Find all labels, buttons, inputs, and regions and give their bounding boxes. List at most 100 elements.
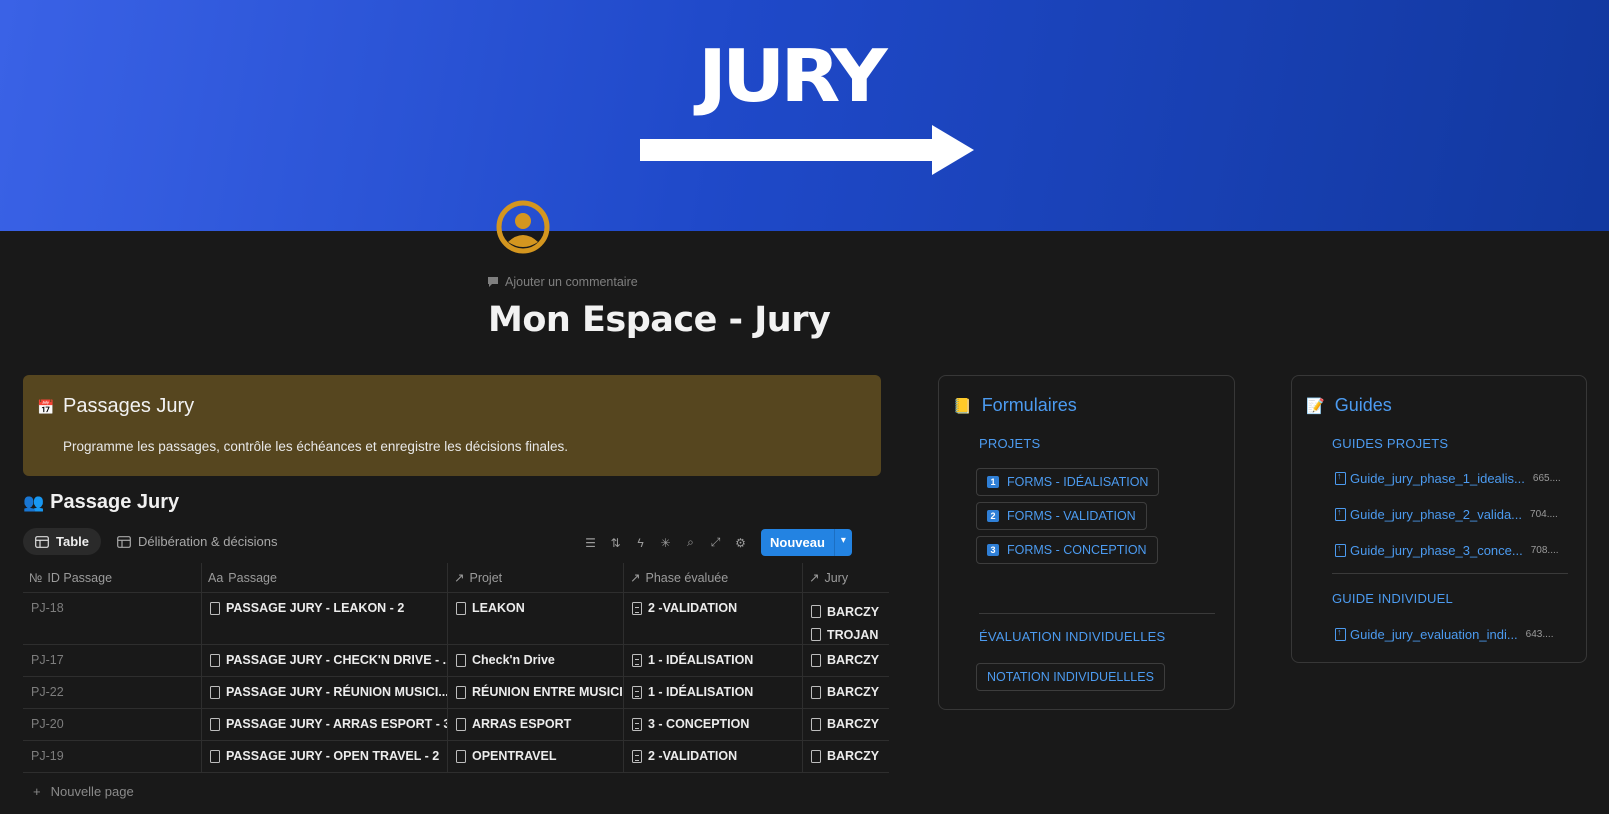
settings-sliders-icon[interactable]: ⚙ — [732, 534, 749, 551]
row-passage[interactable]: PASSAGE JURY - LEAKON - 2 — [226, 601, 404, 615]
table-row[interactable]: PJ-22 PASSAGE JURY - RÉUNION MUSICI... R… — [23, 677, 889, 709]
row-phase[interactable]: 3 - CONCEPTION — [648, 717, 749, 731]
file-name: Guide_jury_phase_1_idealis... — [1350, 471, 1525, 486]
forms-link-validation[interactable]: 2 FORMS - VALIDATION — [976, 502, 1147, 530]
table-row[interactable]: PJ-17 PASSAGE JURY - CHECK'N DRIVE - ...… — [23, 645, 889, 677]
add-comment-button[interactable]: Ajouter un commentaire — [487, 275, 638, 289]
expand-icon[interactable]: ⤢ — [707, 534, 724, 551]
table-row[interactable]: PJ-20 PASSAGE JURY - ARRAS ESPORT - 3 AR… — [23, 709, 889, 741]
row-phase[interactable]: 1 - IDÉALISATION — [648, 685, 753, 699]
row-jury[interactable]: BARCZY — [827, 685, 879, 699]
column-label: Jury — [824, 570, 849, 585]
new-page-button[interactable]: + Nouvelle page — [33, 784, 134, 799]
database-title[interactable]: 👥 Passage Jury — [23, 491, 179, 514]
file-upload-icon — [1335, 543, 1346, 557]
search-icon[interactable]: ⌕ — [682, 534, 699, 551]
row-projet[interactable]: Check'n Drive — [472, 653, 555, 667]
divider — [979, 613, 1215, 614]
page-icon — [210, 749, 220, 763]
automation-icon[interactable]: ϟ — [632, 534, 649, 551]
guide-file-phase-2[interactable]: Guide_jury_phase_2_valida... 704.... — [1335, 507, 1558, 522]
document-icon — [632, 601, 642, 615]
notation-individuelle-link[interactable]: NOTATION INDIVIDUELLLES — [976, 663, 1165, 691]
table-header: № ID Passage Aa Passage ↗ Projet ↗ Phase éva… — [23, 563, 889, 593]
row-jury[interactable]: BARCZY — [827, 749, 879, 763]
page-icon — [811, 685, 821, 699]
file-upload-icon — [1335, 471, 1346, 485]
row-phase[interactable]: 1 - IDÉALISATION — [648, 653, 753, 667]
guide-file-phase-1[interactable]: Guide_jury_phase_1_idealis... 665.... — [1335, 471, 1561, 486]
file-size: 704.... — [1530, 509, 1558, 520]
divider — [1332, 573, 1568, 574]
row-jury[interactable]: BARCZY — [827, 717, 879, 731]
row-jury[interactable]: BARCZY — [827, 605, 879, 619]
file-name: Guide_jury_evaluation_indi... — [1350, 627, 1518, 642]
text-icon: Aa — [208, 570, 224, 585]
row-projet[interactable]: OPENTRAVEL — [472, 749, 557, 763]
column-header-phase[interactable]: ↗ Phase évaluée — [624, 563, 803, 592]
row-id: PJ-22 — [23, 677, 202, 708]
page-icon — [456, 717, 466, 731]
table-row[interactable]: PJ-19 PASSAGE JURY - OPEN TRAVEL - 2 OPE… — [23, 741, 889, 773]
column-label: Projet — [469, 570, 503, 585]
forms-panel: 📒 Formulaires PROJETS 1 FORMS - IDÉALISA… — [938, 375, 1235, 710]
row-jury[interactable]: TROJAN — [827, 628, 878, 642]
page-icon — [811, 605, 821, 618]
notation-link-label: NOTATION INDIVIDUELLLES — [987, 670, 1154, 684]
row-id: PJ-19 — [23, 741, 202, 772]
database-toolbar: ☰ ⇅ ϟ ✳ ⌕ ⤢ ⚙ Nouveau ▾ — [582, 529, 852, 556]
ai-sparkle-icon[interactable]: ✳ — [657, 534, 674, 551]
row-phase[interactable]: 2 -VALIDATION — [648, 749, 737, 763]
row-projet[interactable]: RÉUNION ENTRE MUSICIEN — [472, 685, 623, 699]
page-icon — [811, 628, 821, 641]
sort-icon[interactable]: ⇅ — [607, 534, 624, 551]
row-phase[interactable]: 2 -VALIDATION — [648, 601, 737, 615]
column-header-id[interactable]: № ID Passage — [23, 563, 202, 592]
page-icon — [456, 685, 466, 699]
row-projet[interactable]: LEAKON — [472, 601, 525, 615]
table-row[interactable]: PJ-18 PASSAGE JURY - LEAKON - 2 LEAKON 2… — [23, 593, 889, 645]
calendar-icon: 📅 — [37, 399, 55, 415]
forms-title: Formulaires — [981, 395, 1077, 415]
user-avatar-icon[interactable] — [496, 200, 550, 254]
document-icon — [632, 717, 642, 731]
callout-passages-jury: 📅 Passages Jury Programme les passages, … — [23, 375, 881, 476]
forms-section-projets: PROJETS — [979, 436, 1041, 451]
file-size: 665.... — [1532, 473, 1561, 484]
column-header-jury[interactable]: ↗ Jury — [803, 563, 889, 592]
file-name: Guide_jury_phase_3_conce... — [1350, 543, 1523, 558]
row-id: PJ-20 — [23, 709, 202, 740]
filter-icon[interactable]: ☰ — [582, 534, 599, 551]
new-button[interactable]: Nouveau — [761, 529, 834, 556]
tab-deliberation[interactable]: Délibération & décisions — [105, 528, 289, 555]
file-size: 643.... — [1525, 629, 1554, 640]
forms-link-conception[interactable]: 3 FORMS - CONCEPTION — [976, 536, 1158, 564]
tab-table[interactable]: Table — [23, 528, 101, 555]
document-icon — [632, 653, 642, 667]
row-id: PJ-18 — [23, 593, 202, 644]
page-icon — [811, 717, 821, 731]
cover-image: JURY — [0, 0, 1609, 231]
chevron-down-icon[interactable]: ▾ — [833, 529, 852, 556]
row-passage[interactable]: PASSAGE JURY - OPEN TRAVEL - 2 — [226, 749, 439, 763]
relation-icon: ↗ — [809, 571, 820, 585]
file-upload-icon — [1335, 507, 1346, 521]
column-header-passage[interactable]: Aa Passage — [202, 563, 448, 592]
row-passage[interactable]: PASSAGE JURY - CHECK'N DRIVE - ... — [226, 653, 447, 667]
number-3-icon: 3 — [987, 544, 999, 556]
forms-link-label: FORMS - CONCEPTION — [1007, 543, 1147, 557]
passage-table: № ID Passage Aa Passage ↗ Projet ↗ Phase éva… — [23, 563, 889, 773]
row-passage[interactable]: PASSAGE JURY - RÉUNION MUSICI... — [226, 685, 447, 699]
guides-panel: 📝 Guides GUIDES PROJETS Guide_jury_phase… — [1291, 375, 1587, 663]
row-jury[interactable]: BARCZY — [827, 653, 879, 667]
guides-heading: 📝 Guides — [1306, 395, 1392, 416]
guide-file-individuel[interactable]: Guide_jury_evaluation_indi... 643.... — [1335, 627, 1553, 642]
forms-link-idealisation[interactable]: 1 FORMS - IDÉALISATION — [976, 468, 1160, 496]
row-passage[interactable]: PASSAGE JURY - ARRAS ESPORT - 3 — [226, 717, 447, 731]
column-header-projet[interactable]: ↗ Projet — [448, 563, 624, 592]
guides-section-individuel: GUIDE INDIVIDUEL — [1332, 591, 1453, 606]
row-projet[interactable]: ARRAS ESPORT — [472, 717, 571, 731]
guide-file-phase-3[interactable]: Guide_jury_phase_3_conce... 708.... — [1335, 543, 1559, 558]
new-button-group: Nouveau ▾ — [761, 529, 852, 556]
number-2-icon: 2 — [987, 510, 999, 522]
